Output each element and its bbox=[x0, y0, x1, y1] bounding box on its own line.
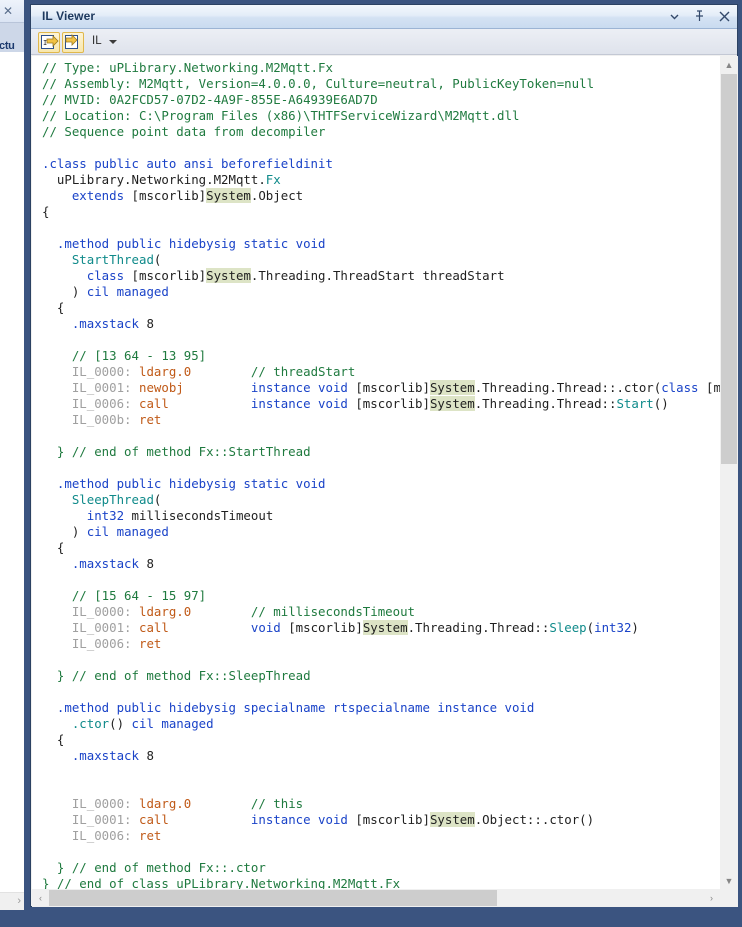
il-viewer-window: IL Viewer I IL // Type: uPLibrary.Networ… bbox=[30, 4, 738, 907]
il-viewer-toolbar: I IL bbox=[31, 29, 737, 55]
background-window-body bbox=[0, 68, 24, 892]
scroll-right-icon[interactable]: › bbox=[703, 889, 720, 907]
background-window-titlebar: ✕ bbox=[0, 0, 24, 22]
ide-background: ✕ ctu › IL Viewer I IL // Type: uPLibrar… bbox=[0, 0, 742, 927]
background-window-close-icon[interactable]: ✕ bbox=[1, 5, 15, 19]
close-icon[interactable] bbox=[716, 7, 732, 25]
background-window-hscrollbar[interactable]: › bbox=[0, 892, 24, 910]
il-code-text[interactable]: // Type: uPLibrary.Networking.M2Mqtt.Fx … bbox=[42, 60, 720, 889]
il-navigate-forward-button[interactable] bbox=[62, 32, 84, 53]
background-tool-window: ✕ ctu › bbox=[0, 0, 24, 910]
vertical-scroll-thumb[interactable] bbox=[721, 74, 737, 464]
scroll-down-icon[interactable]: ▼ bbox=[720, 872, 738, 889]
scroll-up-icon[interactable]: ▲ bbox=[720, 56, 738, 73]
il-language-selector-label[interactable]: IL bbox=[92, 35, 102, 47]
il-code-host: // Type: uPLibrary.Networking.M2Mqtt.Fx … bbox=[32, 56, 738, 907]
code-horizontal-scrollbar[interactable]: ‹ › bbox=[32, 889, 720, 907]
window-controls bbox=[666, 7, 732, 25]
background-window-scroll-right-icon[interactable]: › bbox=[17, 895, 21, 907]
chevron-down-icon[interactable] bbox=[666, 7, 682, 25]
il-navigate-back-button[interactable]: I bbox=[38, 32, 60, 53]
window-title: IL Viewer bbox=[42, 9, 96, 23]
pin-icon[interactable] bbox=[691, 7, 707, 25]
code-vertical-scrollbar[interactable]: ▲ ▼ bbox=[720, 56, 738, 889]
il-viewer-titlebar[interactable]: IL Viewer bbox=[31, 5, 737, 29]
horizontal-scroll-thumb[interactable] bbox=[49, 890, 497, 906]
svg-text:I: I bbox=[43, 39, 47, 47]
il-code-viewport[interactable]: // Type: uPLibrary.Networking.M2Mqtt.Fx … bbox=[32, 56, 720, 889]
caret-down-icon[interactable] bbox=[109, 40, 117, 44]
background-window-tab-label: ctu bbox=[0, 40, 15, 52]
scrollbar-corner bbox=[720, 889, 738, 907]
scroll-left-icon[interactable]: ‹ bbox=[32, 889, 49, 907]
